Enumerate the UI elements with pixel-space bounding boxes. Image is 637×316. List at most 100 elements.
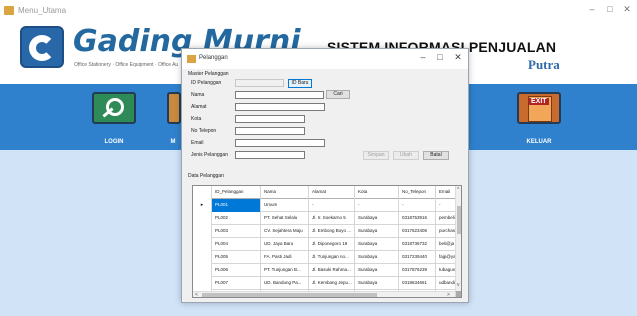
dialog-close-button[interactable]: ✕ — [451, 52, 465, 63]
table-cell[interactable]: Jl. Tunjungan no... — [309, 251, 355, 264]
table-cell[interactable]: Surabaya — [355, 212, 399, 225]
table-cell[interactable]: PL006 — [212, 264, 261, 277]
table-cell[interactable]: 0317239440 — [399, 251, 436, 264]
scroll-right-icon[interactable]: > — [447, 292, 450, 297]
table-cell[interactable]: Jl. Basuki Rahma... — [309, 264, 355, 277]
table-cell[interactable]: Jl. Diponegoro 19 — [309, 238, 355, 251]
column-header-nama[interactable]: Nama — [261, 186, 309, 199]
pelanggan-grid[interactable]: ID_Pelanggan Nama Alamat Kota No_Telepon… — [192, 185, 462, 298]
row-header[interactable] — [193, 277, 212, 290]
vertical-scrollbar[interactable]: ^ v — [455, 186, 461, 291]
table-cell[interactable]: - — [399, 199, 436, 212]
table-row[interactable]: PL002 PT. Sehat Selalu Jl. Ir. Soekarno … — [193, 212, 456, 225]
table-cell[interactable]: CV. Sejahtera Maju — [261, 225, 309, 238]
table-cell[interactable]: PL001 — [212, 199, 261, 212]
id-baru-button[interactable]: ID Baru — [288, 79, 312, 88]
keluar-button[interactable]: EXIT KELUAR — [517, 92, 561, 145]
table-cell[interactable]: - — [355, 199, 399, 212]
scroll-left-icon[interactable]: < — [195, 292, 198, 297]
table-cell[interactable]: udbandi — [436, 277, 456, 290]
table-cell[interactable]: - — [309, 199, 355, 212]
table-cell[interactable]: FA. Pasti Jadi — [261, 251, 309, 264]
grid-header-row: ID_Pelanggan Nama Alamat Kota No_Telepon… — [193, 186, 461, 199]
row-header[interactable] — [193, 212, 212, 225]
table-cell[interactable]: PL004 — [212, 238, 261, 251]
table-cell[interactable]: purchas — [436, 225, 456, 238]
dialog-maximize-button[interactable]: □ — [433, 52, 447, 62]
batal-button[interactable]: Batal — [423, 151, 449, 160]
table-cell[interactable]: Jl. Kembang Jepu... — [309, 277, 355, 290]
table-cell[interactable]: 0318736732 — [399, 238, 436, 251]
table-cell[interactable]: tubagus — [436, 264, 456, 277]
close-button[interactable]: ✕ — [619, 4, 635, 15]
key-icon — [92, 92, 136, 124]
table-cell[interactable]: 0317876239 — [399, 264, 436, 277]
scroll-down-icon[interactable]: v — [457, 282, 460, 288]
horizontal-scroll-thumb[interactable] — [202, 293, 377, 297]
kota-field[interactable] — [235, 115, 305, 123]
nama-field[interactable] — [235, 91, 324, 99]
table-cell[interactable]: 0317623406 — [399, 225, 436, 238]
dialog-app-icon — [187, 55, 196, 63]
table-cell[interactable]: Jl. Embong Boyo ... — [309, 225, 355, 238]
table-row[interactable]: PL007 UD. Bandung Pa... Jl. Kembang Jepu… — [193, 277, 456, 290]
table-cell[interactable]: PL003 — [212, 225, 261, 238]
row-header[interactable] — [193, 225, 212, 238]
window-title: Menu_Utama — [18, 6, 67, 15]
table-cell[interactable]: Surabaya — [355, 264, 399, 277]
login-button[interactable]: LOGIN — [92, 92, 136, 145]
cari-button[interactable]: Cari — [326, 90, 350, 99]
column-header-kota[interactable]: Kota — [355, 186, 399, 199]
row-header[interactable] — [193, 264, 212, 277]
table-cell[interactable]: Surabaya — [355, 238, 399, 251]
table-cell[interactable]: 0318634661 — [399, 277, 436, 290]
table-cell[interactable]: UD. Jaya Baru — [261, 238, 309, 251]
table-cell[interactable]: fajp@ya — [436, 251, 456, 264]
table-cell[interactable]: Surabaya — [355, 225, 399, 238]
dialog-title: Pelanggan — [199, 55, 228, 61]
column-header-email[interactable]: Email — [436, 186, 456, 199]
maximize-button[interactable]: □ — [602, 4, 618, 14]
table-cell[interactable]: PL007 — [212, 277, 261, 290]
table-cell[interactable]: PT. Sehat Selalu — [261, 212, 309, 225]
table-cell[interactable]: pembeli — [436, 212, 456, 225]
nama-label: Nama — [191, 92, 205, 98]
table-row[interactable]: PL004 UD. Jaya Baru Jl. Diponegoro 19 Su… — [193, 238, 456, 251]
table-row[interactable]: PL005 FA. Pasti Jadi Jl. Tunjungan no...… — [193, 251, 456, 264]
column-header-alamat[interactable]: Alamat — [309, 186, 355, 199]
row-header[interactable] — [193, 251, 212, 264]
alamat-label: Alamat — [191, 104, 207, 110]
table-row[interactable]: PL006 PT. Tunjungan B... Jl. Basuki Rahm… — [193, 264, 456, 277]
table-cell[interactable]: PL005 — [212, 251, 261, 264]
table-cell[interactable]: Umum — [261, 199, 309, 212]
table-cell[interactable]: 0318753916 — [399, 212, 436, 225]
table-cell[interactable]: Surabaya — [355, 251, 399, 264]
table-row[interactable]: PL003 CV. Sejahtera Maju Jl. Embong Boyo… — [193, 225, 456, 238]
telepon-field[interactable] — [235, 127, 305, 135]
table-cell[interactable]: PL002 — [212, 212, 261, 225]
grid-corner — [193, 186, 212, 199]
simpan-button[interactable]: Simpan — [363, 151, 389, 160]
minimize-button[interactable]: – — [584, 4, 600, 14]
table-cell[interactable]: Jl. Ir. Soekarno 5 — [309, 212, 355, 225]
horizontal-scrollbar[interactable]: < > — [193, 291, 455, 297]
column-header-telepon[interactable]: No_Telepon — [399, 186, 436, 199]
table-cell[interactable]: PT. Tunjungan B... — [261, 264, 309, 277]
scroll-up-icon[interactable]: ^ — [457, 187, 459, 193]
email-field[interactable] — [235, 139, 325, 147]
table-cell[interactable]: - — [436, 199, 456, 212]
company-logo-icon — [20, 26, 64, 68]
dialog-titlebar[interactable]: Pelanggan – □ ✕ — [182, 49, 468, 69]
table-cell[interactable]: Surabaya — [355, 277, 399, 290]
table-row[interactable]: ▸ PL001 Umum - - - - — [193, 199, 456, 212]
row-header[interactable] — [193, 238, 212, 251]
dialog-minimize-button[interactable]: – — [416, 52, 430, 62]
alamat-field[interactable] — [235, 103, 325, 111]
ubah-button[interactable]: Ubah — [393, 151, 419, 160]
vertical-scroll-thumb[interactable] — [457, 206, 461, 234]
table-cell[interactable]: UD. Bandung Pa... — [261, 277, 309, 290]
column-header-id[interactable]: ID_Pelanggan — [212, 186, 261, 199]
jenis-field[interactable] — [235, 151, 305, 159]
table-cell[interactable]: beli@ja — [436, 238, 456, 251]
login-label: LOGIN — [104, 139, 124, 145]
